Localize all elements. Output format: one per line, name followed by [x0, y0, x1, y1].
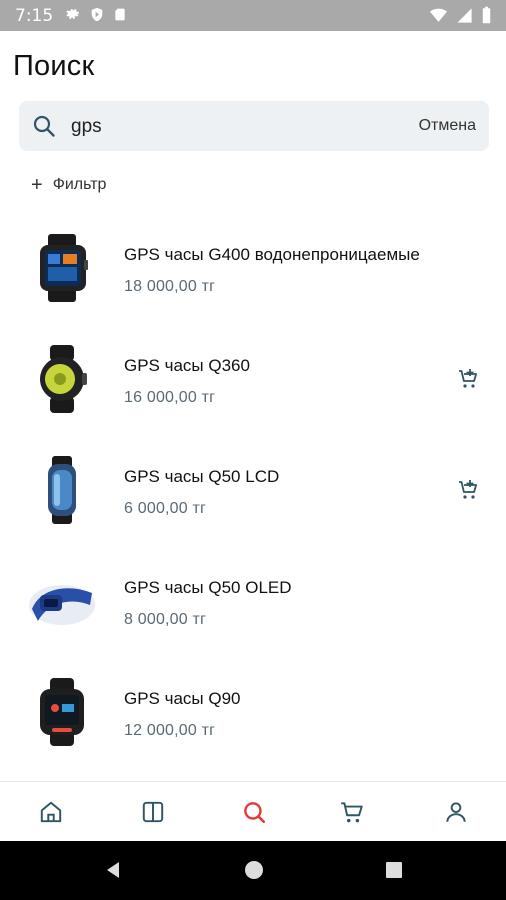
product-image-watch-q360: [40, 345, 87, 413]
system-navigation-bar: [0, 841, 506, 900]
signal-icon: [457, 7, 472, 23]
product-name: GPS часы Q90: [124, 689, 241, 708]
profile-icon[interactable]: [443, 799, 469, 825]
cancel-button[interactable]: Отмена: [419, 117, 476, 135]
status-notification-icons: [64, 6, 127, 23]
add-to-cart-icon[interactable]: [456, 367, 480, 391]
sd-card-icon: [115, 8, 125, 21]
product-price: 8 000,00 тг: [124, 611, 207, 628]
home-button-icon[interactable]: [244, 860, 264, 880]
recents-icon[interactable]: [384, 860, 404, 880]
product-price: 12 000,00 тг: [124, 722, 216, 739]
status-time: 7:15: [15, 6, 54, 26]
plus-icon: +: [31, 174, 43, 196]
search-results-list: GPS часы G400 водонепроницаемые 18 000,0…: [0, 214, 506, 769]
product-item[interactable]: GPS часы Q90 12 000,00 тг: [0, 658, 506, 769]
search-icon: [33, 115, 55, 137]
product-image-watch-g400: [40, 234, 88, 302]
status-system-icons: [429, 6, 492, 24]
product-name: GPS часы G400 водонепроницаемые: [124, 245, 420, 264]
product-item[interactable]: GPS часы G400 водонепроницаемые 18 000,0…: [0, 214, 506, 325]
catalog-icon[interactable]: [140, 799, 166, 825]
gear-icon: [66, 8, 80, 20]
filter-button[interactable]: + Фильтр: [31, 174, 107, 196]
product-price: 6 000,00 тг: [124, 500, 207, 517]
search-input[interactable]: gps: [71, 116, 102, 138]
shield-play-icon: [91, 7, 103, 22]
product-price: 18 000,00 тг: [124, 278, 216, 295]
home-icon[interactable]: [38, 799, 64, 825]
add-to-cart-icon[interactable]: [456, 478, 480, 502]
product-name: GPS часы Q360: [124, 356, 250, 375]
wifi-icon: [430, 8, 447, 22]
product-image-watch-q90: [40, 678, 84, 746]
product-image-watch-q50-oled: [29, 585, 95, 625]
product-item[interactable]: GPS часы Q50 OLED 8 000,00 тг: [0, 547, 506, 658]
search-icon[interactable]: [241, 799, 267, 825]
battery-icon: [482, 6, 491, 24]
cart-icon[interactable]: [339, 799, 365, 825]
product-name: GPS часы Q50 LCD: [124, 467, 280, 486]
product-price: 16 000,00 тг: [124, 389, 216, 406]
product-item[interactable]: GPS часы Q360 16 000,00 тг: [0, 325, 506, 436]
status-bar: 7:15: [0, 0, 506, 31]
product-image-watch-q50-lcd: [48, 456, 76, 524]
filter-label: Фильтр: [52, 176, 107, 193]
product-item[interactable]: GPS часы Q50 LCD 6 000,00 тг: [0, 436, 506, 547]
bottom-navigation: [0, 781, 506, 841]
search-bar[interactable]: gps Отмена: [19, 101, 489, 151]
page-title: Поиск: [13, 50, 95, 82]
product-name: GPS часы Q50 OLED: [124, 578, 292, 597]
back-icon[interactable]: [103, 860, 123, 880]
